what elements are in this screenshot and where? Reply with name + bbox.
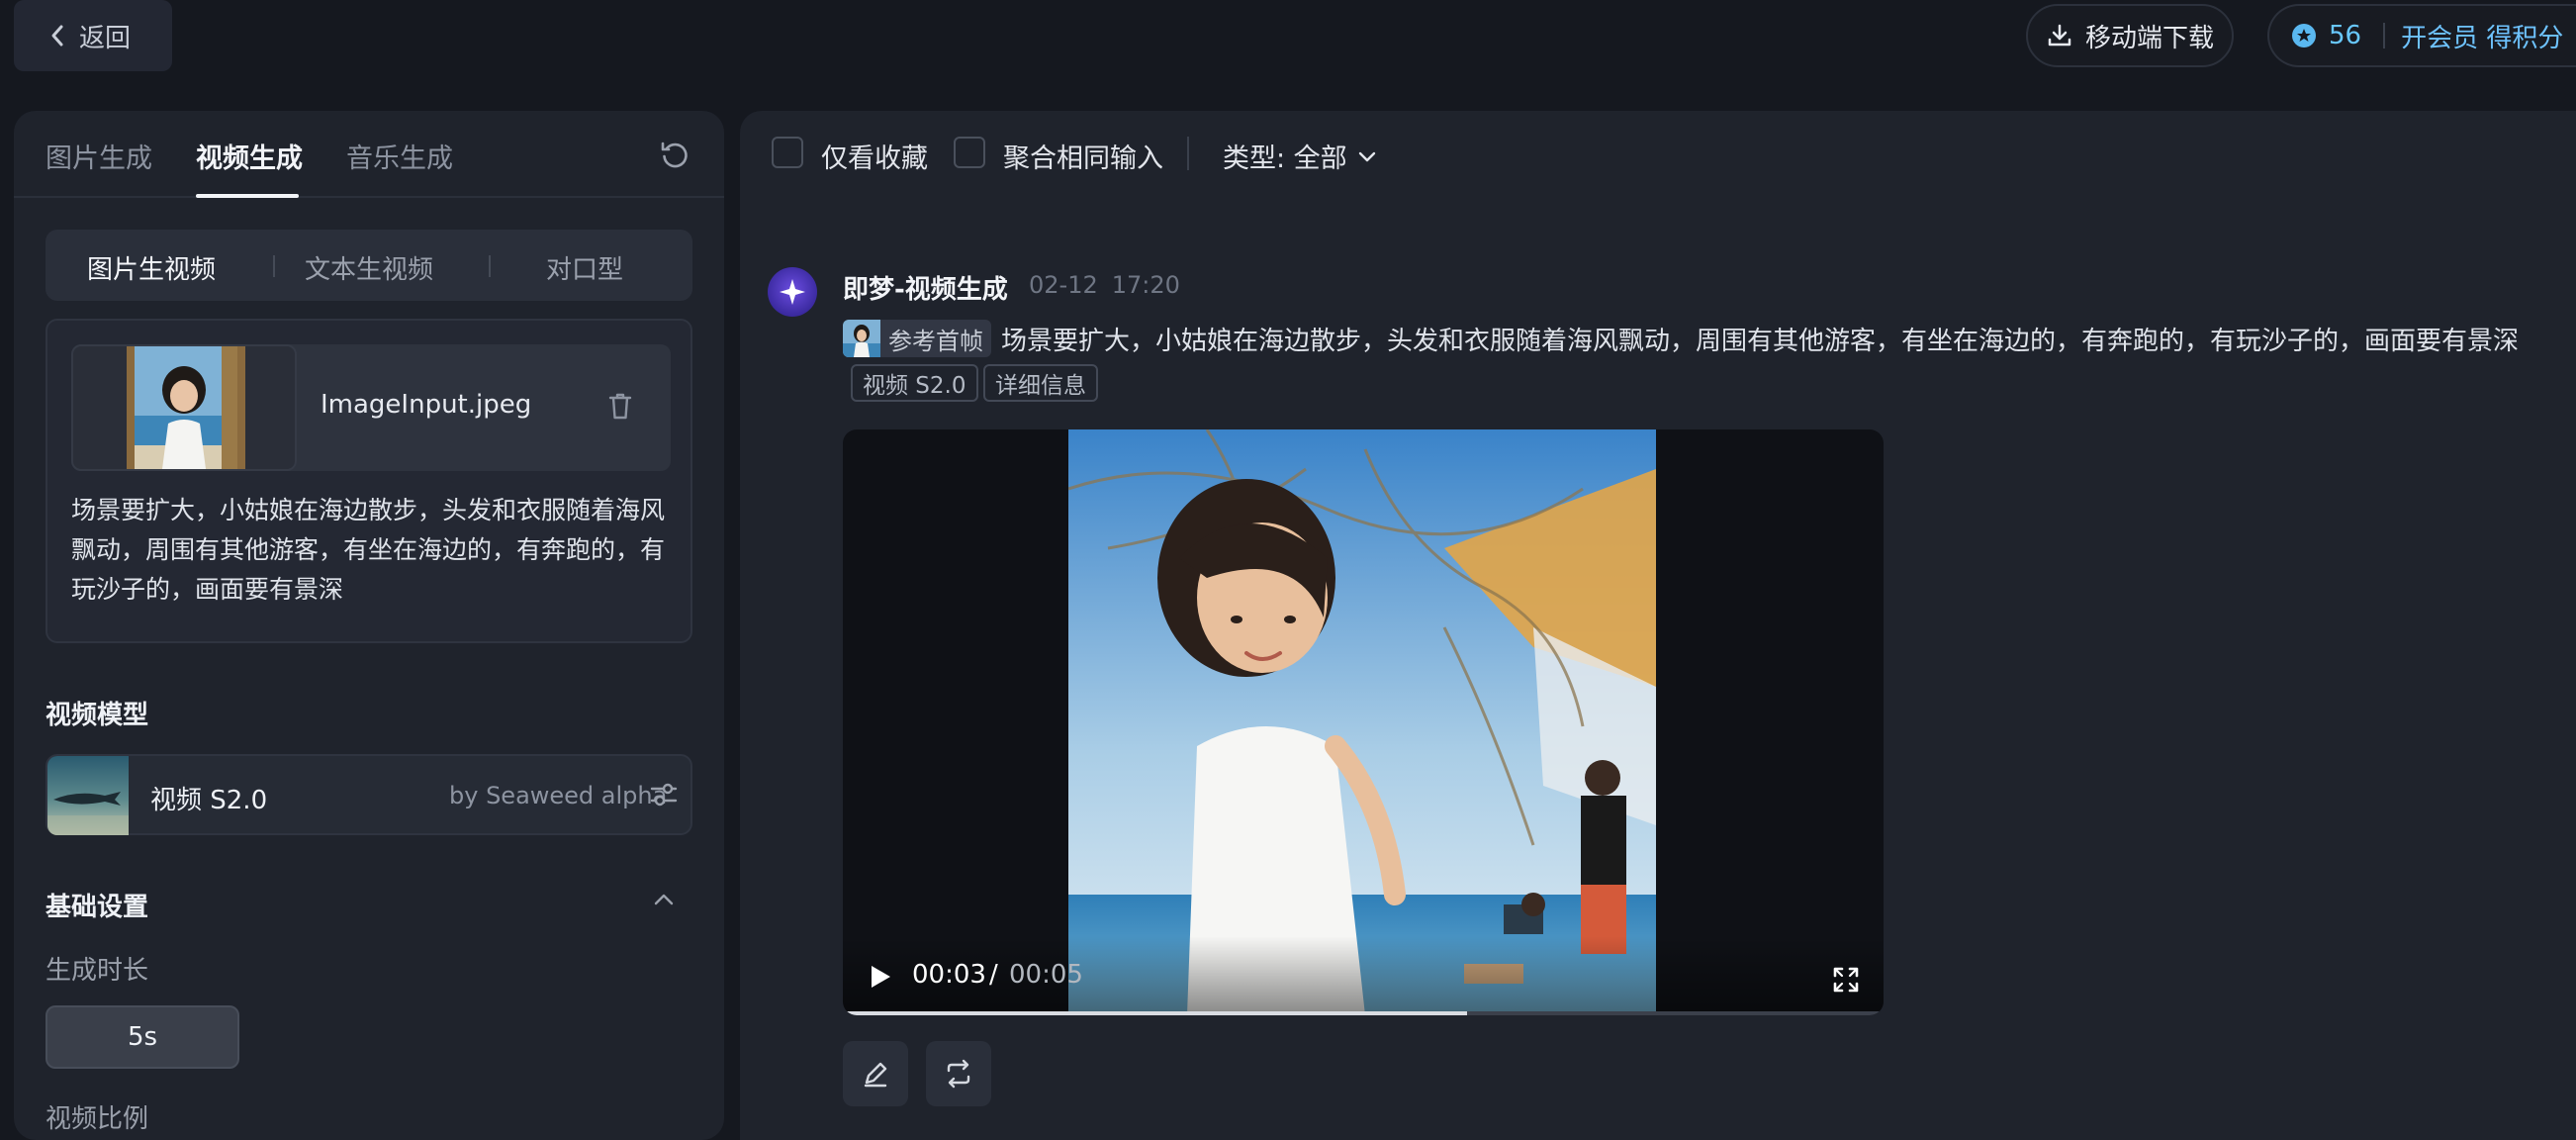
generation-time: 17:20 [1111, 271, 1180, 299]
video-total-time: 00:05 [1009, 960, 1083, 990]
group-input-label[interactable]: 聚合相同输入 [1003, 137, 1163, 175]
ratio-label: 视频比例 [46, 1104, 149, 1134]
regenerate-icon [944, 1059, 973, 1089]
download-icon [2046, 22, 2073, 49]
video-current-time: 00:03 [912, 960, 986, 990]
model-thumbnail [47, 756, 129, 835]
video-progress-fill [843, 1011, 1468, 1015]
filter-bar: 仅看收藏 聚合相同输入 类型: 全部 [740, 111, 2576, 198]
segment-divider [489, 255, 491, 277]
refresh-icon[interactable] [659, 139, 690, 170]
regenerate-button[interactable] [926, 1041, 991, 1106]
prompt-textarea[interactable]: 场景要扩大，小姑娘在海边散步，头发和衣服随着海风飘动，周围有其他游客，有坐在海边… [71, 491, 675, 610]
uploaded-image-row: ImageInput.jpeg [71, 344, 671, 471]
chevron-left-icon [49, 24, 65, 48]
generation-date: 02-12 [1029, 271, 1098, 299]
edit-icon [861, 1059, 890, 1089]
edit-button[interactable] [843, 1041, 908, 1106]
generation-title: 即梦-视频生成 [843, 275, 1008, 305]
generation-tabs: 图片生成 视频生成 音乐生成 [14, 111, 724, 198]
reference-frame-chip[interactable]: 参考首帧 [843, 320, 991, 357]
back-button[interactable]: 返回 [14, 0, 172, 71]
tab-video-generation[interactable]: 视频生成 [196, 137, 303, 175]
favorites-label[interactable]: 仅看收藏 [821, 137, 928, 175]
uploaded-file-name: ImageInput.jpeg [321, 390, 532, 420]
video-controls: 00:03 / 00:05 [843, 936, 1884, 1015]
credits-divider [2383, 23, 2386, 48]
video-progress-bar[interactable] [843, 1011, 1884, 1015]
fullscreen-icon[interactable] [1832, 966, 1860, 994]
vip-link[interactable]: 开会员 得积分 [2401, 18, 2563, 54]
generation-prompt: 场景要扩大，小姑娘在海边散步，头发和衣服随着海风飘动，周围有其他游客，有坐在海边… [1001, 326, 2520, 356]
group-input-checkbox[interactable] [954, 137, 985, 168]
play-icon[interactable] [869, 964, 892, 990]
model-tag: 视频 S2.0 [851, 364, 978, 402]
segment-divider [273, 255, 275, 277]
mobile-download-button[interactable]: 移动端下载 [2026, 4, 2234, 67]
details-tag[interactable]: 详细信息 [983, 364, 1098, 402]
results-panel: 仅看收藏 聚合相同输入 类型: 全部 即梦-视频生成 02-12 17:20 参… [740, 111, 2576, 1140]
filter-divider [1187, 137, 1189, 170]
uploaded-image-thumbnail[interactable] [71, 344, 297, 471]
chevron-up-icon[interactable] [653, 893, 675, 906]
credits-count: 56 [2329, 21, 2362, 50]
duration-label: 生成时长 [46, 956, 149, 986]
basic-settings-title: 基础设置 [46, 893, 149, 922]
generator-avatar [768, 267, 817, 317]
model-section-title: 视频模型 [46, 701, 149, 730]
prompt-card: ImageInput.jpeg 场景要扩大，小姑娘在海边散步，头发和衣服随着海风… [46, 319, 692, 643]
credits-widget[interactable]: 56 开会员 得积分 [2267, 4, 2576, 67]
top-bar: 返回 移动端下载 56 开会员 得积分 [0, 0, 2576, 107]
left-panel: 图片生成 视频生成 音乐生成 图片生视频 文本生视频 对口型 ImageInpu… [14, 111, 724, 1140]
type-filter-label: 类型: 全部 [1223, 143, 1347, 174]
type-filter-dropdown[interactable]: 类型: 全部 [1223, 137, 1377, 175]
duration-value: 5s [127, 1022, 158, 1052]
mode-segmented-control: 图片生视频 文本生视频 对口型 [46, 230, 692, 301]
model-provider: by Seaweed alpha [449, 782, 668, 809]
video-frame [1068, 429, 1656, 1015]
active-tab-indicator [196, 194, 299, 198]
tab-music-generation[interactable]: 音乐生成 [346, 137, 453, 175]
reference-frame-label: 参考首帧 [888, 327, 983, 355]
sliders-icon[interactable] [649, 780, 679, 809]
video-time-separator: / [989, 960, 998, 990]
generation-timestamp: 02-12 17:20 [1029, 271, 1180, 299]
video-player[interactable]: 00:03 / 00:05 [843, 429, 1884, 1015]
segment-image-to-video[interactable]: 图片生视频 [87, 249, 216, 286]
trash-icon[interactable] [605, 390, 635, 422]
favorites-checkbox[interactable] [772, 137, 803, 168]
tab-image-generation[interactable]: 图片生成 [46, 137, 152, 175]
segment-text-to-video[interactable]: 文本生视频 [305, 249, 433, 286]
star-coin-icon [2291, 23, 2317, 48]
download-label: 移动端下载 [2084, 23, 2214, 53]
generation-prompt-row: 参考首帧 场景要扩大，小姑娘在海边散步，头发和衣服随着海风飘动，周围有其他游客，… [843, 319, 2519, 358]
back-label: 返回 [79, 23, 132, 53]
duration-option-5s[interactable]: 5s [46, 1005, 239, 1069]
model-name: 视频 S2.0 [150, 786, 268, 815]
chevron-down-icon [1357, 149, 1377, 163]
segment-lip-sync[interactable]: 对口型 [546, 249, 623, 286]
model-selector[interactable]: 视频 S2.0 by Seaweed alpha [46, 754, 692, 835]
reference-frame-thumbnail [843, 320, 880, 357]
